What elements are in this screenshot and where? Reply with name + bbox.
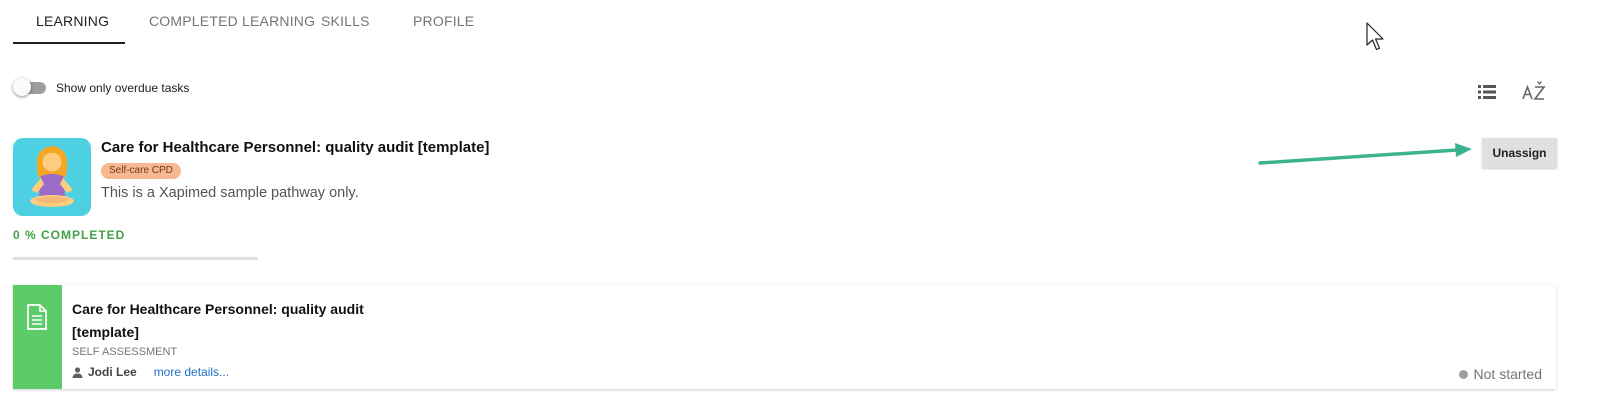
category-badge: Self-care CPD bbox=[101, 163, 181, 179]
person-icon bbox=[72, 366, 83, 378]
tab-skills[interactable]: SKILLS bbox=[321, 0, 413, 44]
tab-completed-learning[interactable]: COMPLETED LEARNING bbox=[125, 0, 321, 44]
activity-type: SELF ASSESSMENT bbox=[72, 346, 178, 358]
activity-title-line1: Care for Healthcare Personnel: quality a… bbox=[72, 301, 364, 317]
list-view-icon[interactable] bbox=[1476, 82, 1498, 102]
annotation-arrow-icon bbox=[1258, 143, 1472, 165]
meditating-person-icon bbox=[13, 138, 91, 216]
tab-profile[interactable]: PROFILE bbox=[413, 0, 493, 44]
mouse-pointer-icon bbox=[1366, 22, 1384, 51]
status-text: Not started bbox=[1473, 366, 1542, 382]
author-row: Jodi Lee more details... bbox=[72, 365, 229, 379]
progress-bar bbox=[13, 257, 258, 260]
status-dot-icon bbox=[1458, 369, 1468, 379]
document-icon bbox=[27, 304, 47, 330]
activity-title-line2: [template] bbox=[72, 324, 139, 340]
status-indicator: Not started bbox=[1458, 366, 1542, 382]
activity-title[interactable]: Care for Healthcare Personnel: quality a… bbox=[72, 298, 372, 344]
more-details-link[interactable]: more details... bbox=[154, 365, 229, 379]
overdue-toggle-label: Show only overdue tasks bbox=[56, 81, 190, 95]
author-name: Jodi Lee bbox=[88, 365, 137, 379]
overdue-toggle[interactable] bbox=[13, 78, 47, 98]
unassign-button[interactable]: Unassign bbox=[1482, 138, 1557, 168]
sort-az-icon[interactable] bbox=[1521, 80, 1547, 106]
completion-label: 0 % COMPLETED bbox=[13, 228, 126, 242]
pathway-title: Care for Healthcare Personnel: quality a… bbox=[101, 139, 490, 156]
card-status-strip bbox=[13, 285, 62, 389]
pathway-description: This is a Xapimed sample pathway only. bbox=[101, 185, 359, 201]
toggle-thumb bbox=[13, 78, 31, 96]
overdue-filter: Show only overdue tasks bbox=[13, 78, 189, 98]
tab-learning[interactable]: LEARNING bbox=[13, 0, 125, 44]
activity-card[interactable]: Care for Healthcare Personnel: quality a… bbox=[13, 285, 1556, 389]
tab-bar: LEARNING COMPLETED LEARNING SKILLS PROFI… bbox=[13, 0, 493, 44]
